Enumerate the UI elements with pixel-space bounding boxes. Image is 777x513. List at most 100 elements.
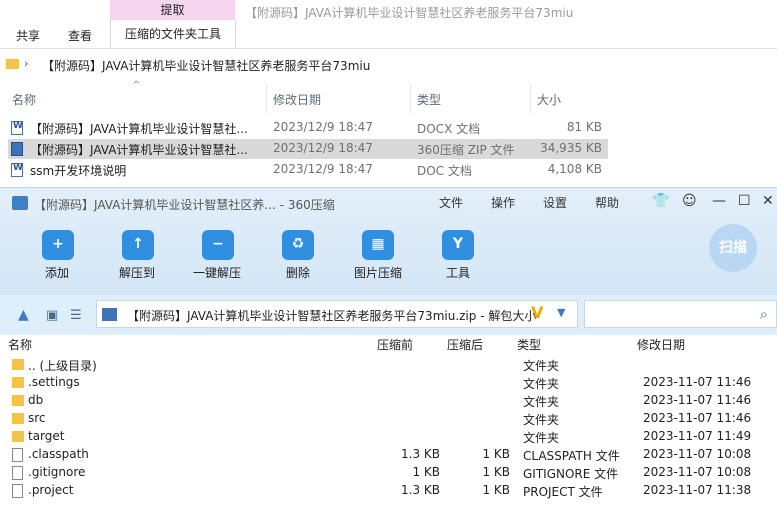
entry-size-before: 1 KB [412,465,440,479]
ribbon-context-tab-extract[interactable]: 提取 [110,0,235,20]
entry-name: .classpath [28,447,89,461]
one-click-extract-button[interactable]: 一键解压 [193,264,241,281]
file-row[interactable]: 【附源码】JAVA计算机毕业设计智慧社... 2023/12/9 18:47 D… [8,118,608,138]
folder-icon [12,359,24,370]
column-header-name[interactable]: 名称 [8,336,32,354]
extract-to-icon[interactable]: ↑ [122,230,154,260]
delete-icon[interactable]: ♻ [282,230,314,260]
list-item[interactable]: .gitignore 1 KB 1 KB GITIGNORE 文件 2023-1… [0,464,777,482]
folder-icon [12,377,24,388]
file-name: ssm开发环境说明 [30,164,127,178]
list-view-icon[interactable]: ☰ [70,308,82,323]
word-doc-icon [11,121,23,135]
zip-file-icon [102,308,117,321]
one-click-extract-icon[interactable]: − [202,230,234,260]
list-item[interactable]: .. (上级目录) 文件夹 [0,356,777,374]
search-input[interactable]: ⌕ [584,300,777,328]
entry-name: .project [28,483,74,497]
image-compress-button[interactable]: 图片压缩 [354,264,402,281]
thumbnail-view-icon[interactable]: ▣ [46,308,58,323]
column-header-type[interactable]: 类型 [517,336,541,354]
column-header-after[interactable]: 压缩后 [447,336,483,354]
entry-modified: 2023-11-07 11:49 [643,429,752,443]
folder-icon [12,431,24,442]
list-item[interactable]: src 文件夹 2023-11-07 11:46 [0,410,777,428]
file-name: 【附源码】JAVA计算机毕业设计智慧社... [30,143,248,157]
entry-size-before: 1.3 KB [401,483,440,497]
shirt-skin-icon[interactable]: 👕 [652,193,669,209]
maximize-icon[interactable]: ☐ [738,193,751,209]
zip-path-text: 【附源码】JAVA计算机毕业设计智慧社区养老服务平台73miu.zip - 解包… [127,309,537,323]
chevron-down-icon[interactable]: ▼ [557,306,565,319]
column-header-name[interactable]: 名称 [12,91,36,108]
menu-help[interactable]: 帮助 [595,194,619,211]
feedback-icon[interactable]: ☺ [682,193,697,209]
entry-type: GITIGNORE 文件 [523,467,619,481]
file-icon [12,448,23,462]
column-divider[interactable] [530,85,531,113]
entry-name: src [28,411,46,425]
list-item[interactable]: .classpath 1.3 KB 1 KB CLASSPATH 文件 2023… [0,446,777,464]
chevron-right-icon[interactable]: › [24,57,28,70]
add-button[interactable]: 添加 [45,264,69,281]
file-name: 【附源码】JAVA计算机毕业设计智慧社... [30,122,248,136]
file-size: 81 KB [566,120,602,134]
list-item[interactable]: .settings 文件夹 2023-11-07 11:46 [0,374,777,392]
tab-share[interactable]: 共享 [16,27,40,44]
list-item[interactable]: target 文件夹 2023-11-07 11:49 [0,428,777,446]
file-row-selected[interactable]: 【附源码】JAVA计算机毕业设计智慧社... 2023/12/9 18:47 3… [8,139,608,159]
menu-operate[interactable]: 操作 [491,194,515,211]
ribbon-tab-bar: 共享 查看 压缩的文件夹工具 [0,20,777,49]
file-size: 4,108 KB [547,162,602,176]
entry-type: 文件夹 [523,431,560,445]
image-compress-icon[interactable]: ▦ [362,230,394,260]
zip-app-icon [12,196,28,210]
add-icon[interactable]: + [42,230,74,260]
tools-icon[interactable]: Y [442,230,474,260]
column-header-before[interactable]: 压缩前 [377,336,413,354]
scan-button[interactable]: 扫描 [709,224,757,272]
entry-modified: 2023-11-07 10:08 [643,447,752,461]
entry-name: target [28,429,65,443]
close-icon[interactable]: ✕ [762,193,774,209]
entry-name: .settings [28,375,80,389]
sort-arrow-icon: ^ [132,80,141,91]
file-date: 2023/12/9 18:47 [273,162,373,176]
entry-type: 文件夹 [523,377,560,391]
zip-path-field[interactable]: 【附源码】JAVA计算机毕业设计智慧社区养老服务平台73miu.zip - 解包… [96,300,578,328]
column-divider[interactable] [266,85,267,113]
entry-type: CLASSPATH 文件 [523,449,620,463]
column-header-modified[interactable]: 修改日期 [637,336,685,354]
tools-button[interactable]: 工具 [446,264,470,281]
minimize-icon[interactable]: — [712,193,726,209]
zip-icon [11,142,23,156]
entry-name: .gitignore [28,465,86,479]
folder-icon [6,59,19,69]
tab-compressed-folder-tools[interactable]: 压缩的文件夹工具 [110,20,236,48]
list-item[interactable]: db 文件夹 2023-11-07 11:46 [0,392,777,410]
address-path[interactable]: 【附源码】JAVA计算机毕业设计智慧社区养老服务平台73miu [42,57,370,74]
entry-size-after: 1 KB [482,465,510,479]
column-header-date[interactable]: 修改日期 [273,91,321,108]
entry-size-before: 1.3 KB [401,447,440,461]
column-header-type[interactable]: 类型 [417,91,441,108]
zip-window-title: 【附源码】JAVA计算机毕业设计智慧社区养... - 360压缩 [34,198,335,212]
entry-modified: 2023-11-07 11:46 [643,393,752,407]
entry-type: 文件夹 [523,359,560,373]
extract-to-button[interactable]: 解压到 [119,264,155,281]
tab-view[interactable]: 查看 [68,27,92,44]
up-arrow-icon[interactable]: ▲ [18,307,29,323]
file-type: DOCX 文档 [417,122,481,136]
file-row[interactable]: ssm开发环境说明 2023/12/9 18:47 DOC 文档 4,108 K… [8,160,608,180]
explorer-window-title: 【附源码】JAVA计算机毕业设计智慧社区养老服务平台73miu [245,6,574,20]
delete-button[interactable]: 删除 [286,264,310,281]
search-icon[interactable]: ⌕ [760,305,768,323]
menu-settings[interactable]: 设置 [543,194,567,211]
menu-file[interactable]: 文件 [439,194,463,211]
column-divider[interactable] [410,85,411,113]
vip-icon[interactable]: V [531,303,543,322]
zip-navigation-bar: ▲ ▣ ☰ 【附源码】JAVA计算机毕业设计智慧社区养老服务平台73miu.zi… [0,295,777,335]
file-type: DOC 文档 [417,164,472,178]
column-header-size[interactable]: 大小 [537,91,561,108]
list-item[interactable]: .project 1.3 KB 1 KB PROJECT 文件 2023-11-… [0,482,777,500]
